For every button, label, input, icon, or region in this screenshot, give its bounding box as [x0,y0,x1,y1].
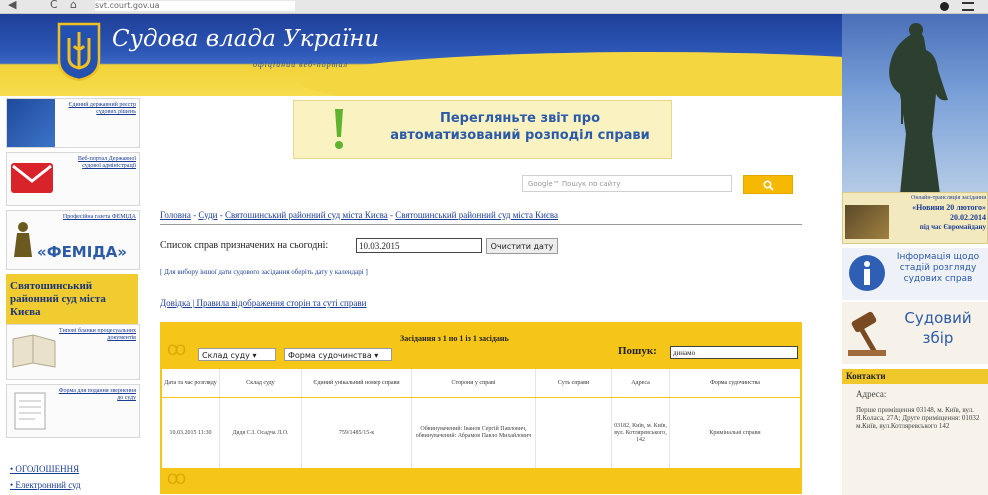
col-procedure[interactable]: Форма судочинства [670,369,800,397]
news-banner[interactable]: Онлайн-трансляція засідання «Новини 20 л… [842,192,988,244]
femida-link[interactable]: Професійна газета ФЕМІДА [58,214,136,221]
pagination-icon[interactable]: OO [167,343,186,359]
registry-icon [7,99,55,147]
e-court-link[interactable]: • Електронний суд [10,480,81,490]
breadcrumb-court-1[interactable]: Святошинський районний суд міста Києва [225,210,388,220]
table-row: 10.03.2015 11:30 Дядя С.І. Осадча Л.О. 7… [162,398,800,468]
themis-statue-image [842,14,988,192]
news-title: Онлайн-трансляція засідання [910,195,986,201]
court-fee-banner[interactable]: Судовий збір [842,302,988,364]
form-select-value: Форма судочинства [288,351,372,360]
search-button[interactable] [743,175,793,194]
divider [160,224,802,225]
info-icon [849,255,885,291]
exclamation-icon [335,109,343,149]
address-bar[interactable]: svt.court.gov.ua [95,1,295,11]
cell-subject [536,398,612,468]
book-icon [12,334,56,368]
forms-banner[interactable]: Типові бланки процесуальних документів [6,324,140,380]
mail-banner[interactable]: Веб-портал Державної судової адміністрац… [6,152,140,206]
date-input[interactable]: 10.03.2015 [356,238,482,253]
gavel-icon [848,311,886,356]
address-label: Адреса: [856,389,887,399]
site-subtitle: офіційний веб-портал [253,60,348,69]
pagination-bottom-icon[interactable]: OO [167,472,186,488]
cell-date: 10.03.2015 11:30 [162,398,220,468]
banner-line-1: Перегляньте звіт про [439,111,601,126]
coat-of-arms-icon [57,22,101,82]
court-select-value: Склад суду [202,351,250,360]
site-search-input[interactable]: Google™ Пошук по сайту [522,175,732,192]
announcements-link[interactable]: • ОГОЛОШЕННЯ [10,464,79,474]
forms-link[interactable]: Типові бланки процесуальних документів [58,328,136,342]
reload-icon[interactable]: C [50,0,58,11]
envelope-icon [11,163,53,193]
breadcrumb-home[interactable]: Головна [160,210,191,220]
news-date-2: 20.02.2014 [950,213,986,222]
left-sidebar: Єдиний державний реєстр судових рішень В… [0,96,140,495]
registry-link[interactable]: Єдиний державний реєстр судових рішень [58,102,136,116]
schedule-label: Список справ призначених на сьогодні: [160,240,329,251]
admin-portal-link[interactable]: Веб-портал Державної судової адміністрац… [58,156,136,170]
col-court[interactable]: Склад суду [220,369,302,397]
cell-parties: Обвинувачений: Іванов Сергій Павлович, о… [412,398,536,468]
case-stages-text: Інформація щодо стадій розгляду судових … [896,252,980,284]
hearings-info: Засідання з 1 по 1 із 1 засідань [400,334,509,343]
filter-label: Пошук: [618,345,657,357]
femida-banner[interactable]: Професійна газета ФЕМІДА «ФЕМІДА» [6,210,140,270]
court-fee-text: Судовий збір [904,309,972,347]
site-title: Судова влада України [112,26,380,52]
back-icon[interactable]: ◀ [8,0,16,11]
filter-input[interactable]: динамо [670,346,798,359]
col-date[interactable]: Дата та час розгляду [162,369,220,397]
appeal-banner[interactable]: Форма для подання звернення до суду [6,384,140,438]
banner-text[interactable]: Перегляньте звіт про автоматизований роз… [385,110,655,144]
cell-address: 03182, Київ, м. Київ, вул. Котляревськог… [612,398,670,468]
registry-banner[interactable]: Єдиний державний реєстр судових рішень [6,98,140,148]
news-photo [845,205,889,239]
cell-court: Дядя С.І. Осадча Л.О. [220,398,302,468]
profile-icon[interactable] [940,2,949,11]
document-icon [14,392,46,430]
help-link[interactable]: Довідка [160,298,190,308]
contacts-header: Контакти [842,369,988,384]
browser-toolbar: ◀ C ⌂ svt.court.gov.ua [0,0,988,14]
col-subject[interactable]: Суть справи [536,369,612,397]
table-header: Дата та час розгляду Склад суду Єдиний у… [162,369,800,397]
search-icon [763,180,774,191]
help-links: Довідка | Правила відображення сторін та… [160,298,366,308]
news-time: під час Євромайдану [919,223,986,231]
col-case-number[interactable]: Єдиний унікальний номер справи [302,369,412,397]
home-icon[interactable]: ⌂ [70,0,77,11]
display-rules-link[interactable]: Правила відображення сторін та суті спра… [197,298,367,308]
case-stages-banner[interactable]: Інформація щодо стадій розгляду судових … [842,248,988,300]
appeal-link[interactable]: Форма для подання звернення до суду [58,388,136,402]
col-address[interactable]: Адреса [612,369,670,397]
news-date: «Новини 20 лютого» [912,203,986,212]
col-parties[interactable]: Сторони у справі [412,369,536,397]
cell-case-number: 759/1485/15-к [302,398,412,468]
breadcrumb-sep: - [217,210,225,220]
breadcrumb-court-2[interactable]: Святошинський районний суд міста Києва [395,210,558,220]
femida-logo: «ФЕМІДА» [37,243,127,261]
menu-icon[interactable] [962,2,974,11]
themis-statue-icon [889,23,948,192]
procedure-form-select[interactable]: Форма судочинства ▾ [284,348,392,361]
breadcrumb: Головна - Суди - Святошинський районний … [160,210,558,220]
cell-procedure: Кримінальні справи [709,429,761,436]
court-composition-select[interactable]: Склад суду ▾ [198,348,276,361]
contacts-body: Адреса: Перше приміщення 03148, м. Київ,… [842,384,988,495]
clear-date-button[interactable]: Очистити дату [486,238,558,254]
femida-statue-icon [14,222,32,257]
address-text: Перше приміщення 03148, м. Київ, вул. Я.… [856,406,980,430]
banner-line-2: автоматизований розподіл справи [390,128,650,143]
calendar-hint: [ Для вибору іншої дати судового засідан… [160,268,368,276]
breadcrumb-courts[interactable]: Суди [198,210,217,220]
